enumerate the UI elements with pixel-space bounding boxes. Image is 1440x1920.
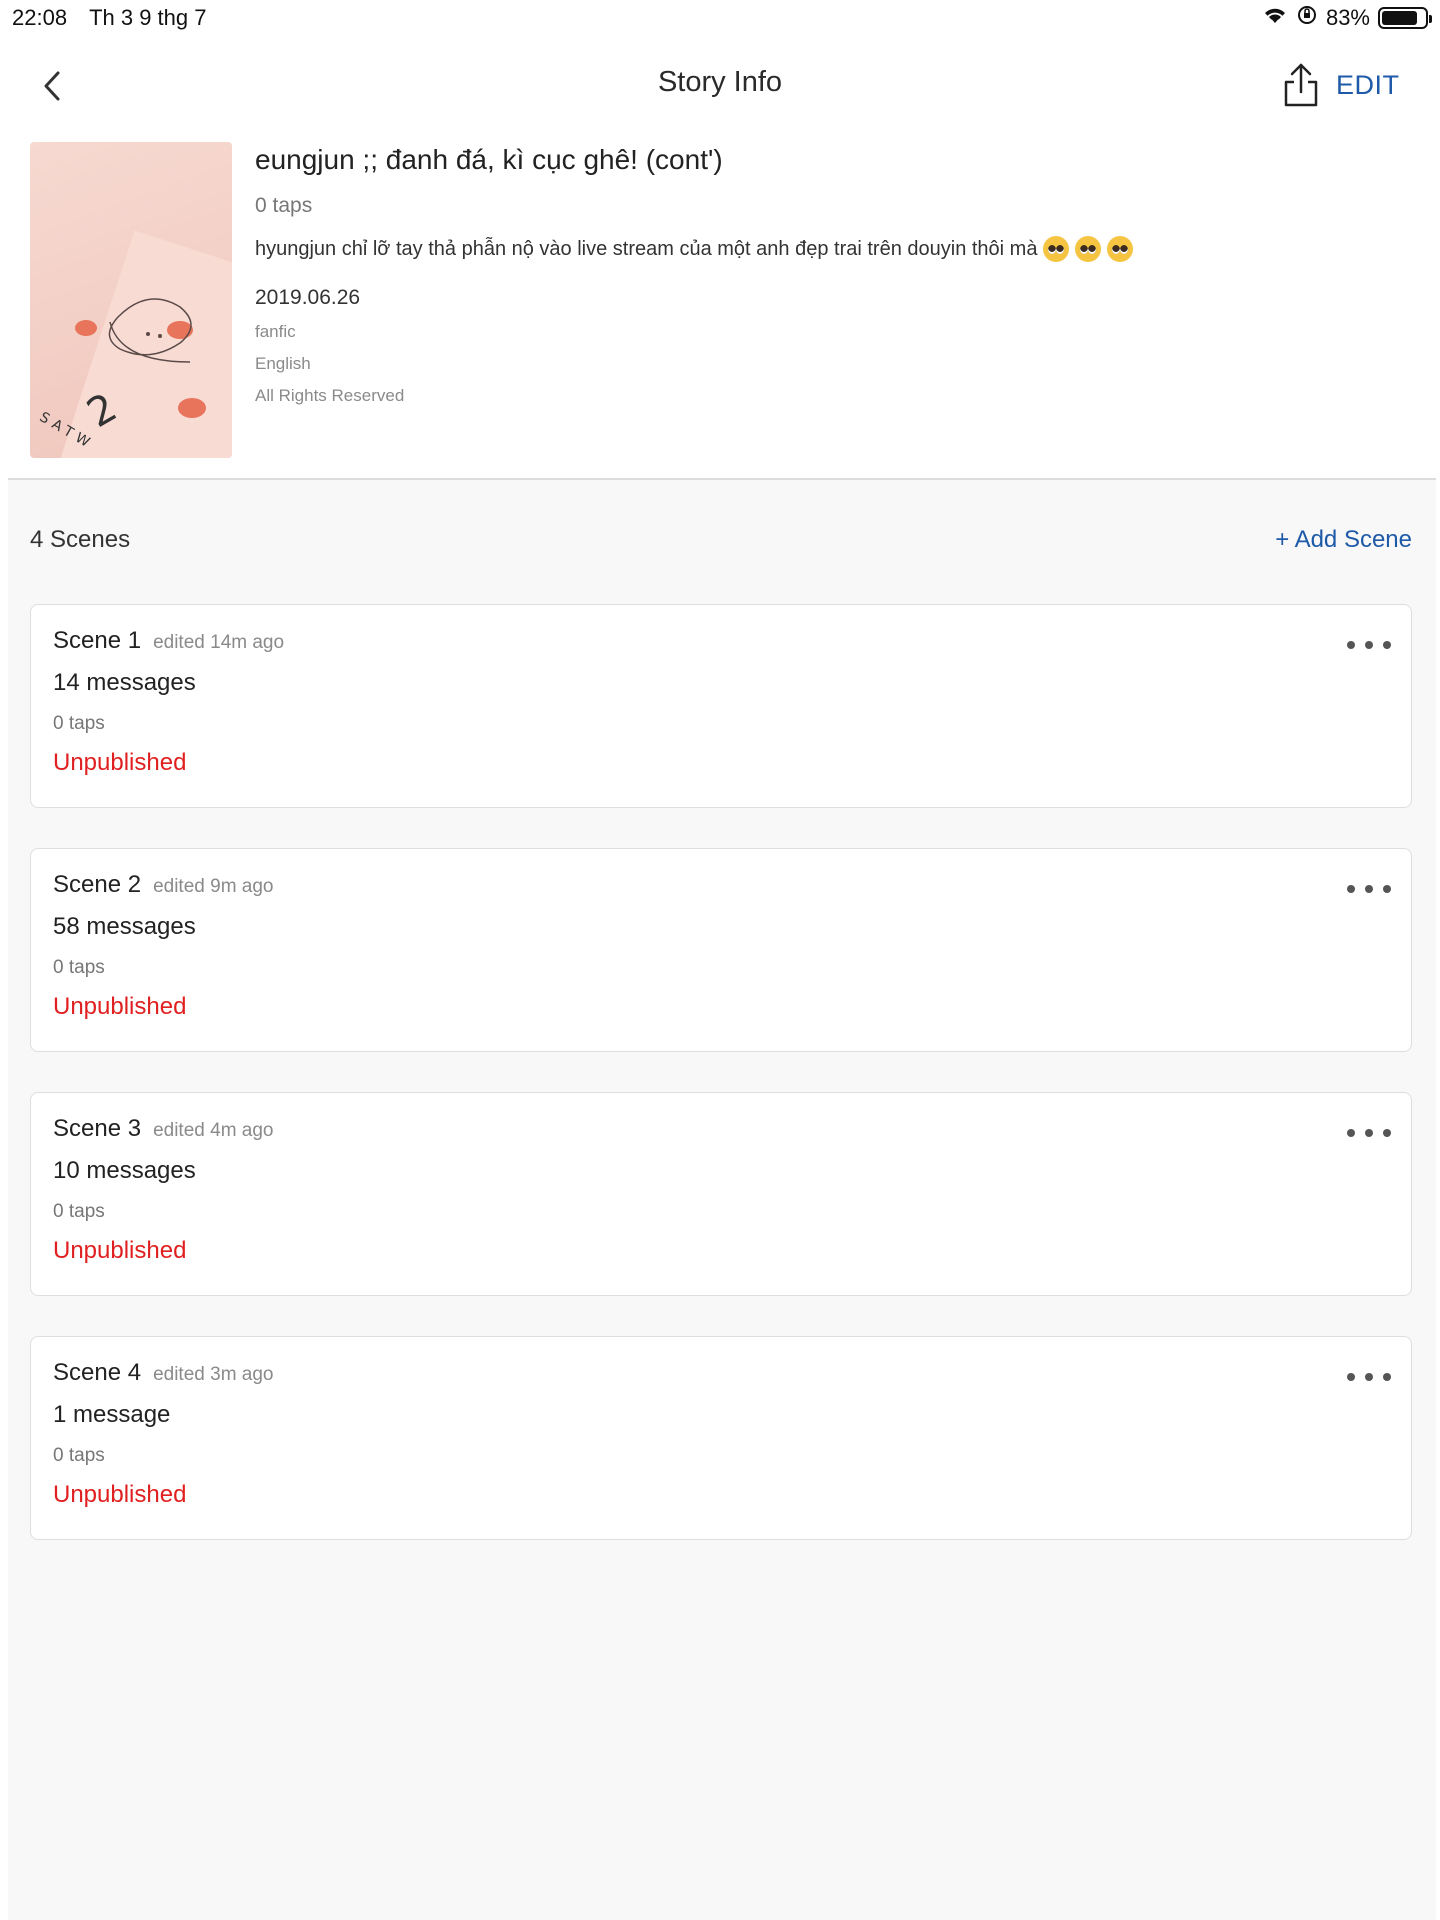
scene-edited: edited 4m ago xyxy=(153,1120,274,1141)
scene-card[interactable]: Scene 4 edited 3m ago 1 message 0 taps U… xyxy=(30,1336,1412,1540)
scenes-count: 4 Scenes xyxy=(30,526,131,553)
scene-status: Unpublished xyxy=(53,993,187,1020)
scene-name: Scene 4 xyxy=(53,1359,142,1386)
story-cover[interactable]: 2 SATW xyxy=(30,142,232,458)
scene-edited: edited 3m ago xyxy=(153,1364,274,1385)
story-header: 2 SATW eungjun ;; đanh đá, kì cục ghê! (… xyxy=(0,136,1440,478)
scene-taps: 0 taps xyxy=(53,1445,105,1466)
story-category: fanfic xyxy=(255,322,296,341)
scene-name: Scene 3 xyxy=(53,1115,142,1142)
scene-taps: 0 taps xyxy=(53,713,105,734)
more-options-icon[interactable] xyxy=(1347,1367,1391,1387)
share-button[interactable] xyxy=(1282,62,1320,108)
scene-card[interactable]: Scene 1 edited 14m ago 14 messages 0 tap… xyxy=(30,604,1412,808)
pleading-face-icon xyxy=(1075,236,1102,262)
story-description: hyungjun chỉ lỡ tay thả phẫn nộ vào live… xyxy=(255,236,1405,262)
battery-text: 83% xyxy=(1325,5,1370,30)
story-language: English xyxy=(255,354,311,373)
scene-name: Scene 2 xyxy=(53,871,142,898)
story-rights: All Rights Reserved xyxy=(255,386,405,405)
scene-status: Unpublished xyxy=(53,1237,187,1264)
wifi-icon xyxy=(1262,5,1288,31)
more-options-icon[interactable] xyxy=(1347,635,1391,655)
scene-card[interactable]: Scene 3 edited 4m ago 10 messages 0 taps… xyxy=(30,1092,1412,1296)
scene-taps: 0 taps xyxy=(53,957,105,978)
scene-edited: edited 9m ago xyxy=(153,876,274,897)
status-bar: 22:08 Th 3 9 thg 7 83% xyxy=(0,0,1440,36)
share-icon xyxy=(1284,63,1318,107)
pleading-face-icon xyxy=(1107,236,1134,262)
scenes-section: 4 Scenes + Add Scene Scene 1 edited 14m … xyxy=(8,478,1436,1920)
add-scene-button[interactable]: + Add Scene xyxy=(1275,526,1412,554)
pleading-face-icon xyxy=(1043,236,1070,262)
scene-card[interactable]: Scene 2 edited 9m ago 58 messages 0 taps… xyxy=(30,848,1412,1052)
cover-illustration: 2 SATW xyxy=(37,230,232,458)
story-taps: 0 taps xyxy=(255,194,313,217)
page-title: Story Info xyxy=(657,66,783,98)
scene-messages: 14 messages xyxy=(53,669,196,696)
scene-edited: edited 14m ago xyxy=(153,632,285,653)
story-description-text: hyungjun chỉ lỡ tay thả phẫn nộ vào live… xyxy=(255,237,1038,260)
scene-name: Scene 1 xyxy=(53,627,142,654)
scene-taps: 0 taps xyxy=(53,1201,105,1222)
story-title: eungjun ;; đanh đá, kì cục ghê! (cont') xyxy=(255,144,723,175)
scene-status: Unpublished xyxy=(53,1481,187,1508)
scene-messages: 58 messages xyxy=(53,913,196,940)
story-date: 2019.06.26 xyxy=(255,286,361,309)
story-meta: eungjun ;; đanh đá, kì cục ghê! (cont') … xyxy=(255,144,1405,406)
battery-icon xyxy=(1378,7,1432,29)
orientation-lock-icon xyxy=(1296,4,1318,32)
scene-messages: 1 message xyxy=(53,1401,171,1428)
scene-status: Unpublished xyxy=(53,749,187,776)
scene-messages: 10 messages xyxy=(53,1157,196,1184)
status-date: Th 3 9 thg 7 xyxy=(89,5,207,30)
nav-bar: Story Info EDIT xyxy=(0,36,1440,136)
edit-button[interactable]: EDIT xyxy=(1336,70,1400,101)
more-options-icon[interactable] xyxy=(1347,879,1391,899)
status-time: 22:08 xyxy=(12,5,68,30)
more-options-icon[interactable] xyxy=(1347,1123,1391,1143)
